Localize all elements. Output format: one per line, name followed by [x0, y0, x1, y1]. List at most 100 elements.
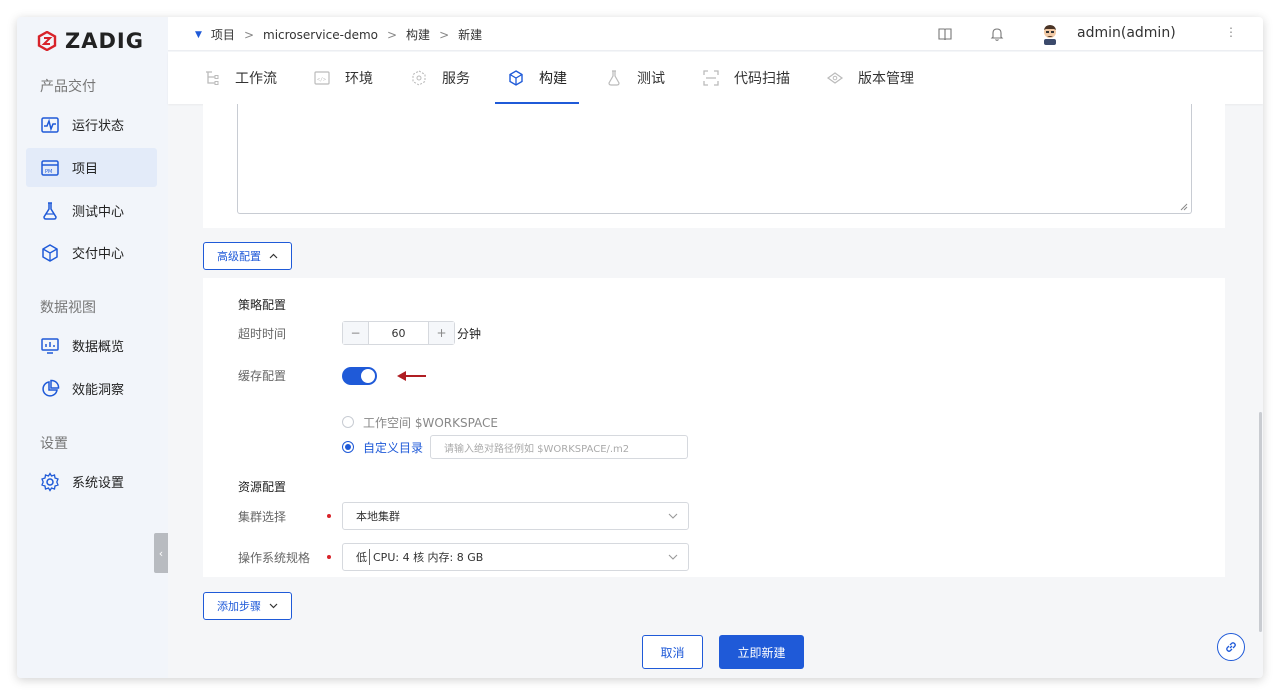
- chevron-down-icon: [668, 554, 678, 560]
- sidebar-item-insights[interactable]: 效能洞察: [26, 369, 157, 408]
- flask-icon: [608, 70, 620, 86]
- cache-label: 缓存配置: [238, 369, 287, 383]
- chevron-up-icon: [269, 253, 278, 259]
- breadcrumb-item-projects[interactable]: 项目: [211, 26, 235, 43]
- breadcrumb-item-build[interactable]: 构建: [406, 26, 430, 43]
- tab-label: 代码扫描: [734, 71, 790, 87]
- svg-text:PM: PM: [45, 169, 52, 175]
- decrement-button[interactable]: −: [343, 322, 368, 344]
- gear-icon: [41, 471, 59, 492]
- breadcrumb: ▼ 项目 > microservice-demo > 构建 > 新建: [195, 26, 482, 43]
- cluster-select[interactable]: 本地集群: [342, 502, 689, 530]
- tab-label: 服务: [442, 71, 470, 87]
- cluster-value: 本地集群: [356, 510, 400, 523]
- brand-logo[interactable]: ZADIG: [37, 29, 144, 53]
- brand-name: ZADIG: [65, 29, 144, 53]
- os-spec-select[interactable]: 低 CPU: 4 核 内存: 8 GB: [342, 543, 689, 571]
- avatar[interactable]: [1040, 23, 1060, 45]
- sidebar-item-label: 交付中心: [72, 247, 125, 262]
- sidebar-item-label: 测试中心: [72, 205, 125, 220]
- package-icon: [42, 243, 58, 262]
- scan-icon: [703, 70, 719, 86]
- add-step-button[interactable]: 添加步骤: [203, 592, 292, 620]
- cache-option-custom-label[interactable]: 自定义目录: [363, 439, 423, 456]
- breadcrumb-item-project[interactable]: microservice-demo: [263, 28, 378, 42]
- pie-chart-icon: [42, 379, 60, 397]
- cube-icon: [509, 70, 523, 86]
- monitor-chart-icon: [41, 337, 59, 354]
- tab-service[interactable]: 服务: [410, 52, 470, 104]
- cache-option-workspace-radio[interactable]: [342, 416, 354, 428]
- sidebar-item-test-center[interactable]: 测试中心: [26, 191, 157, 230]
- cache-toggle[interactable]: [342, 367, 377, 385]
- tab-workflow[interactable]: 工作流: [203, 52, 277, 104]
- os-separator: [369, 549, 370, 565]
- description-textarea[interactable]: [237, 104, 1192, 214]
- required-marker: [327, 555, 331, 559]
- service-icon: [412, 70, 426, 86]
- sidebar-item-data-overview[interactable]: 数据概览: [26, 326, 157, 365]
- workflow-icon: [206, 71, 219, 85]
- timeout-label: 超时时间: [238, 327, 287, 341]
- pm-icon: PM: [41, 159, 59, 176]
- annotation-arrow-icon: [397, 371, 426, 381]
- resize-grip-icon[interactable]: [1180, 203, 1188, 211]
- top-bar: ▼ 项目 > microservice-demo > 构建 > 新建 admin…: [168, 17, 1263, 51]
- sidebar-section-delivery: 产品交付: [40, 79, 96, 95]
- tab-label: 工作流: [235, 71, 277, 87]
- sidebar-collapse-button[interactable]: ‹: [154, 533, 168, 573]
- os-spec-label: 操作系统规格: [238, 551, 311, 565]
- increment-button[interactable]: +: [429, 322, 454, 344]
- bell-icon[interactable]: [989, 26, 1005, 42]
- more-icon[interactable]: ⋮: [1225, 25, 1237, 39]
- sidebar-item-label: 项目: [72, 162, 99, 177]
- tab-version[interactable]: 版本管理: [826, 52, 914, 104]
- strategy-section-title: 策略配置: [238, 298, 287, 312]
- sidebar-item-label: 数据概览: [72, 340, 125, 355]
- add-step-label: 添加步骤: [217, 600, 261, 613]
- sidebar: ZADIG 产品交付 运行状态 PM 项目 测试中心 交付中心 数据视图 数据概…: [17, 17, 168, 678]
- flask-icon: [43, 201, 57, 220]
- sidebar-item-projects[interactable]: PM 项目: [26, 148, 157, 187]
- create-now-button[interactable]: 立即新建: [719, 635, 804, 669]
- pulse-icon: [41, 116, 59, 133]
- advanced-config-toggle[interactable]: 高级配置: [203, 242, 292, 270]
- os-spec: CPU: 4 核 内存: 8 GB: [373, 551, 484, 564]
- advanced-config-label: 高级配置: [217, 250, 261, 263]
- os-level: 低: [356, 551, 367, 564]
- sidebar-item-system-settings[interactable]: 系统设置: [26, 462, 157, 501]
- tab-label: 环境: [345, 71, 373, 87]
- book-icon[interactable]: [937, 26, 953, 42]
- breadcrumb-separator: >: [439, 27, 450, 42]
- user-name[interactable]: admin(admin): [1077, 25, 1176, 41]
- tab-test[interactable]: 测试: [605, 52, 665, 104]
- timeout-unit: 分钟: [457, 327, 482, 341]
- breadcrumb-item-new: 新建: [458, 28, 483, 42]
- sidebar-item-label: 系统设置: [72, 476, 125, 491]
- sidebar-section-data-view: 数据视图: [40, 300, 96, 316]
- toggle-knob: [361, 369, 375, 383]
- chevron-down-icon: [668, 513, 678, 519]
- cache-option-custom-radio[interactable]: [342, 441, 354, 453]
- sidebar-item-delivery-center[interactable]: 交付中心: [26, 233, 157, 272]
- version-icon: [826, 72, 844, 84]
- tab-code-scan[interactable]: 代码扫描: [702, 52, 790, 104]
- chevron-down-icon: [269, 603, 278, 609]
- sidebar-item-status[interactable]: 运行状态: [26, 105, 157, 144]
- help-link-button[interactable]: [1217, 633, 1245, 661]
- timeout-value[interactable]: 60: [368, 322, 429, 344]
- sidebar-item-label: 效能洞察: [72, 383, 125, 398]
- cache-option-workspace-label[interactable]: 工作空间 $WORKSPACE: [363, 414, 498, 431]
- env-icon: </>: [314, 71, 330, 85]
- cancel-button[interactable]: 取消: [642, 635, 703, 669]
- sidebar-item-label: 运行状态: [72, 119, 125, 134]
- tab-label: 构建: [539, 71, 567, 87]
- scrollbar[interactable]: [1259, 412, 1262, 632]
- tab-environment[interactable]: </> 环境: [313, 52, 373, 104]
- custom-dir-input[interactable]: 请输入绝对路径例如 $WORKSPACE/.m2: [430, 435, 688, 459]
- app-window: ZADIG 产品交付 运行状态 PM 项目 测试中心 交付中心 数据视图 数据概…: [17, 17, 1263, 678]
- description-card: [203, 104, 1225, 228]
- timeout-stepper[interactable]: − 60 +: [342, 321, 455, 345]
- caret-down-icon[interactable]: ▼: [195, 30, 202, 40]
- tab-build[interactable]: 构建: [507, 52, 567, 104]
